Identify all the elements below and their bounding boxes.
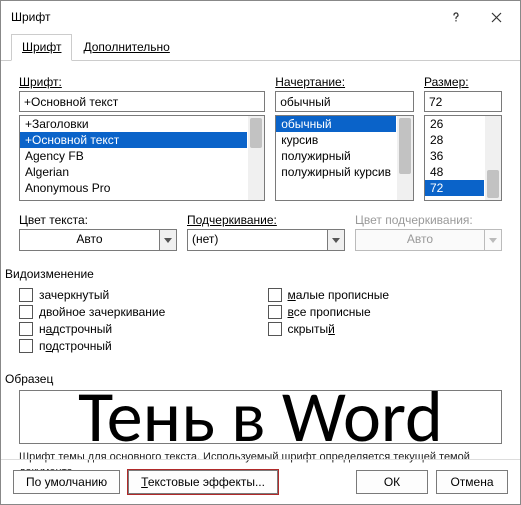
font-listbox[interactable]: +Заголовки +Основной текст Agency FB Alg…: [19, 115, 265, 201]
checkbox-icon: [268, 305, 282, 319]
cancel-button[interactable]: Отмена: [436, 470, 508, 494]
scroll-thumb[interactable]: [250, 118, 262, 148]
list-item[interactable]: полужирный курсив: [276, 164, 396, 180]
list-item[interactable]: Algerian: [20, 164, 247, 180]
list-item[interactable]: 36: [425, 148, 484, 164]
font-color-value: Авто: [19, 229, 159, 251]
underline-combo[interactable]: (нет): [187, 229, 345, 251]
title-bar: Шрифт: [1, 1, 520, 33]
close-button[interactable]: [476, 3, 516, 31]
list-item[interactable]: Agency FB: [20, 148, 247, 164]
checkbox-icon: [19, 322, 33, 336]
list-item[interactable]: полужирный: [276, 148, 396, 164]
underline-color-combo: Авто: [355, 229, 502, 251]
checkbox-icon: [19, 305, 33, 319]
label-size: Размер:: [424, 75, 502, 89]
checkbox-allcaps[interactable]: все прописные: [268, 305, 503, 319]
checkbox-icon: [268, 322, 282, 336]
list-item[interactable]: курсив: [276, 132, 396, 148]
tab-strip: Шрифт Дополнительно: [1, 33, 520, 61]
preview-text: Тень в Word: [78, 390, 443, 444]
checkbox-strikethrough[interactable]: зачеркнутый: [19, 288, 254, 302]
scroll-thumb[interactable]: [487, 170, 499, 198]
font-color-combo[interactable]: Авто: [19, 229, 177, 251]
style-scrollbar[interactable]: [397, 116, 413, 200]
checkbox-subscript[interactable]: подстрочный: [19, 339, 254, 353]
label-underline-color: Цвет подчеркивания:: [355, 213, 502, 227]
dialog-footer: По умолчанию Текстовые эффекты... ОК Отм…: [1, 459, 520, 504]
size-input[interactable]: [424, 91, 502, 112]
checkbox-icon: [268, 288, 282, 302]
preview-box: Тень в Word: [19, 390, 502, 444]
scroll-thumb[interactable]: [399, 118, 411, 174]
font-input[interactable]: [19, 91, 265, 112]
style-input[interactable]: [275, 91, 414, 112]
list-item[interactable]: 48: [425, 164, 484, 180]
chevron-down-icon: [489, 238, 497, 243]
font-scrollbar[interactable]: [248, 116, 264, 200]
content-area: Шрифт: +Заголовки +Основной текст Agency…: [1, 61, 520, 480]
style-listbox[interactable]: обычный курсив полужирный полужирный кур…: [275, 115, 414, 201]
help-button[interactable]: [436, 3, 476, 31]
list-item[interactable]: 26: [425, 116, 484, 132]
text-effects-button[interactable]: Текстовые эффекты...: [128, 470, 278, 494]
list-item[interactable]: Anonymous Pro: [20, 180, 247, 196]
label-effects: Видоизменение: [5, 267, 502, 281]
checkbox-hidden[interactable]: скрытый: [268, 322, 503, 336]
label-sample: Образец: [5, 372, 502, 386]
checkbox-smallcaps[interactable]: малые прописные: [268, 288, 503, 302]
dropdown-button[interactable]: [327, 229, 345, 251]
label-font-color: Цвет текста:: [19, 213, 177, 227]
size-scrollbar[interactable]: [485, 116, 501, 200]
list-item[interactable]: 28: [425, 132, 484, 148]
list-item[interactable]: +Основной текст: [20, 132, 247, 148]
chevron-down-icon: [164, 238, 172, 243]
dropdown-button[interactable]: [159, 229, 177, 251]
tab-font[interactable]: Шрифт: [11, 34, 72, 61]
ok-button[interactable]: ОК: [356, 470, 428, 494]
label-font: Шрифт:: [19, 75, 265, 89]
tab-advanced[interactable]: Дополнительно: [72, 34, 180, 61]
list-item[interactable]: 72: [425, 180, 484, 196]
checkbox-superscript[interactable]: надстрочный: [19, 322, 254, 336]
chevron-down-icon: [332, 238, 340, 243]
checkbox-icon: [19, 288, 33, 302]
underline-value: (нет): [187, 229, 327, 251]
list-item[interactable]: +Заголовки: [20, 116, 247, 132]
window-title: Шрифт: [11, 10, 436, 24]
dropdown-button: [484, 229, 502, 251]
default-button[interactable]: По умолчанию: [13, 470, 120, 494]
label-underline: Подчеркивание:: [187, 213, 345, 227]
underline-color-value: Авто: [355, 229, 484, 251]
list-item[interactable]: обычный: [276, 116, 396, 132]
checkbox-icon: [19, 339, 33, 353]
checkbox-double-strike[interactable]: двойное зачеркивание: [19, 305, 254, 319]
label-style: Начертание:: [275, 75, 414, 89]
